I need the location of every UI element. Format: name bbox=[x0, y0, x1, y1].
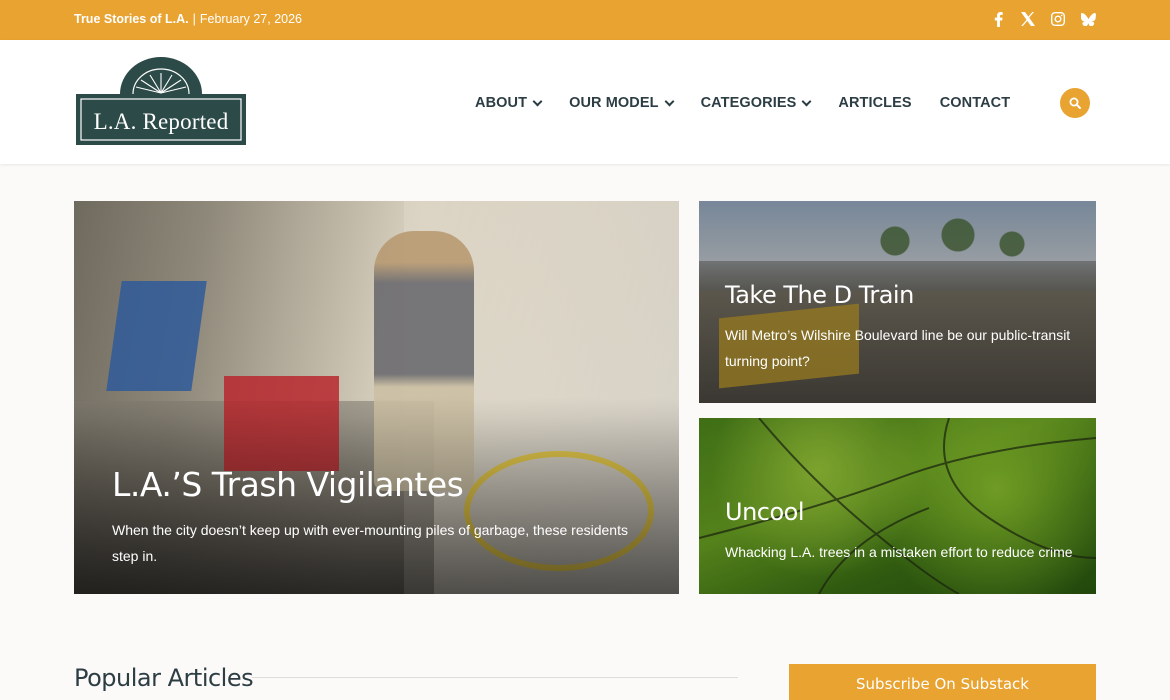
chevron-down-icon bbox=[532, 96, 543, 106]
feature-description: Will Metro’s Wilshire Boulevard line be … bbox=[725, 327, 1071, 369]
nav-item-articles[interactable]: ARTICLES bbox=[838, 95, 911, 111]
popular-articles-heading: Popular Articles bbox=[74, 664, 254, 692]
x-icon[interactable] bbox=[1020, 10, 1036, 28]
feature-card-trash-vigilantes[interactable]: L.A.’S Trash Vigilantes When the city do… bbox=[74, 201, 679, 594]
site-tagline[interactable]: True Stories of L.A. bbox=[74, 12, 189, 26]
logo-text: L.A. Reported bbox=[93, 109, 229, 134]
nav-item-categories[interactable]: CATEGORIES bbox=[700, 95, 812, 111]
main-nav: ABOUT OUR MODEL CATEGORIES ARTICLES CONT… bbox=[475, 95, 1010, 111]
social-links bbox=[990, 10, 1096, 28]
bluesky-icon[interactable] bbox=[1080, 10, 1096, 28]
feature-title[interactable]: Take The D Train bbox=[725, 281, 914, 309]
section-divider bbox=[252, 677, 738, 678]
subscribe-button[interactable]: Subscribe On Substack bbox=[789, 664, 1096, 700]
nav-item-contact[interactable]: CONTACT bbox=[940, 95, 1011, 111]
nav-label: OUR MODEL bbox=[569, 95, 659, 111]
site-logo[interactable]: L.A. Reported bbox=[76, 57, 246, 145]
feature-description: Whacking L.A. trees in a mistaken effort… bbox=[725, 544, 1073, 560]
search-button[interactable] bbox=[1060, 88, 1090, 118]
feature-card-d-train[interactable]: Take The D Train Will Metro’s Wilshire B… bbox=[699, 201, 1096, 403]
chevron-down-icon bbox=[801, 96, 812, 106]
facebook-icon[interactable] bbox=[990, 10, 1006, 28]
search-icon bbox=[1069, 97, 1081, 109]
nav-item-our-model[interactable]: OUR MODEL bbox=[569, 95, 675, 111]
instagram-icon[interactable] bbox=[1050, 10, 1066, 28]
current-date: February 27, 2026 bbox=[199, 12, 303, 26]
feature-description: When the city doesn’t keep up with ever-… bbox=[112, 522, 628, 564]
nav-label: ARTICLES bbox=[838, 95, 912, 111]
chevron-down-icon bbox=[664, 96, 675, 106]
nav-label: ABOUT bbox=[475, 95, 528, 111]
separator: | bbox=[192, 12, 196, 26]
feature-title[interactable]: L.A.’S Trash Vigilantes bbox=[112, 465, 464, 504]
nav-item-about[interactable]: ABOUT bbox=[475, 95, 543, 111]
site-header: L.A. Reported ABOUT OUR MODEL CATEGORIES… bbox=[0, 40, 1170, 164]
nav-label: CATEGORIES bbox=[700, 95, 797, 111]
feature-title[interactable]: Uncool bbox=[725, 498, 805, 526]
feature-card-uncool[interactable]: Uncool Whacking L.A. trees in a mistaken… bbox=[699, 418, 1096, 594]
nav-label: CONTACT bbox=[939, 95, 1011, 111]
top-bar-text: True Stories of L.A. | February 27, 2026 bbox=[74, 12, 302, 26]
top-bar: True Stories of L.A. | February 27, 2026 bbox=[0, 0, 1170, 40]
